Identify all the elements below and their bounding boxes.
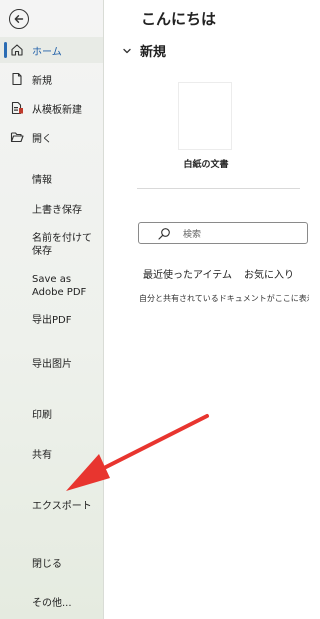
annotation-arrow — [66, 414, 209, 491]
